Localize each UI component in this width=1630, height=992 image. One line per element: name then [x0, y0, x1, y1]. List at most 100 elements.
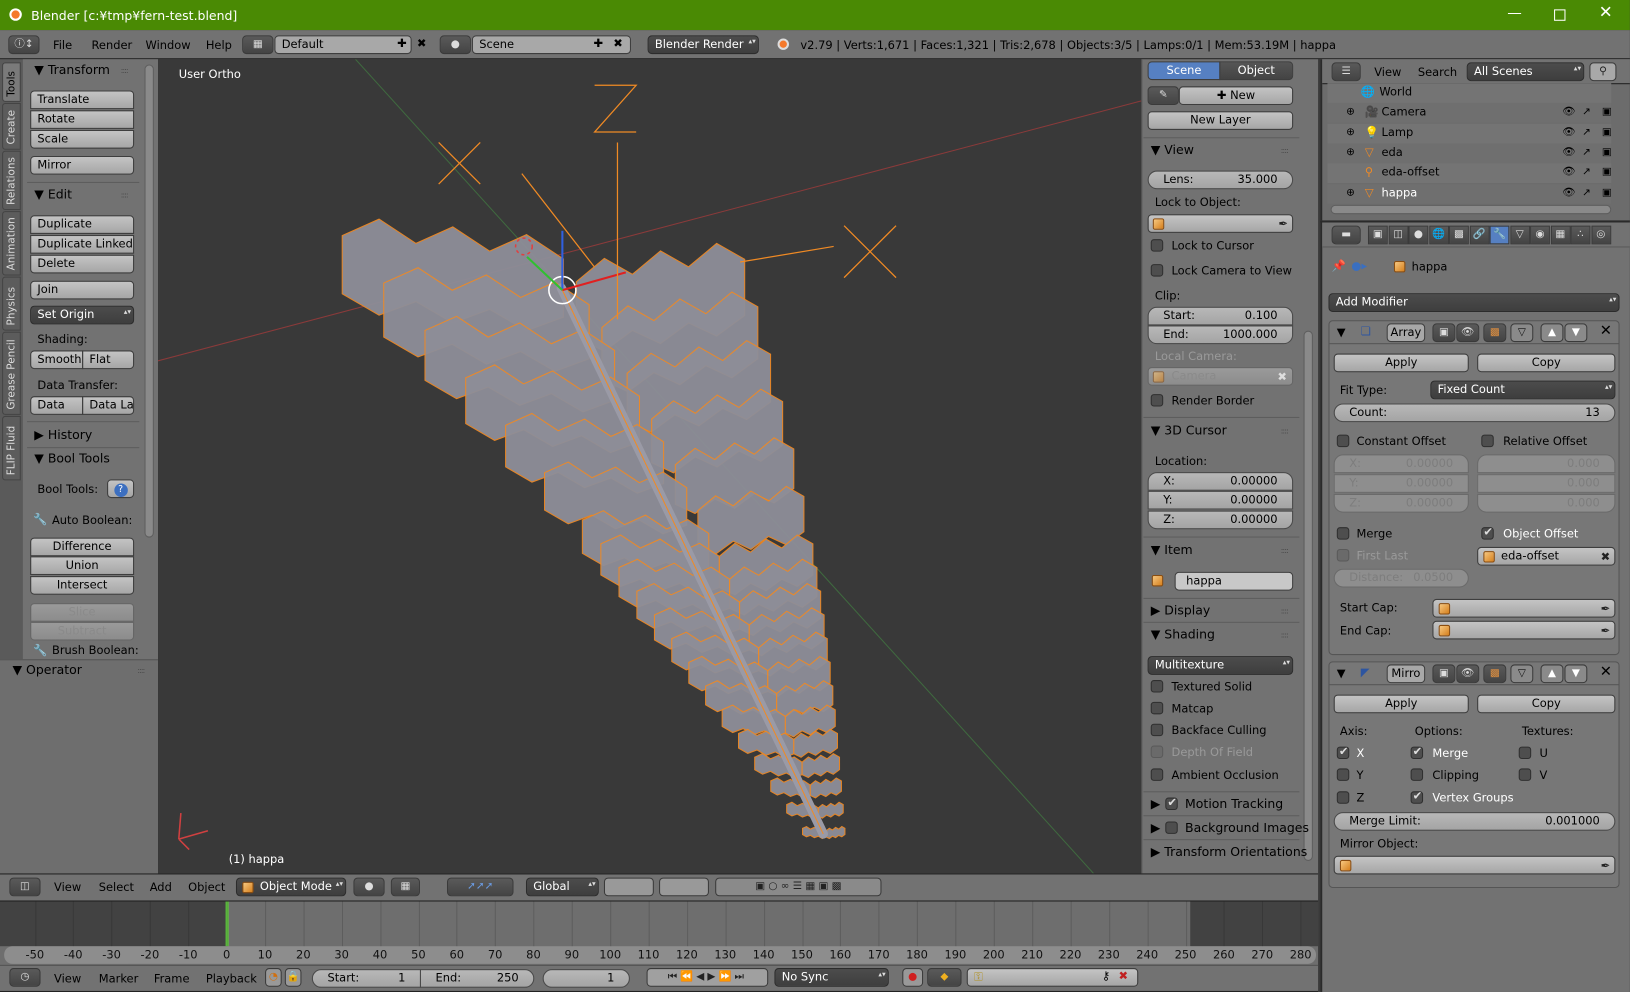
renderability-icon[interactable]: ▣: [1602, 105, 1612, 120]
mirror-object-field[interactable]: ✒: [1333, 855, 1616, 875]
preview-range-icon[interactable]: ◔: [265, 968, 282, 987]
count-field[interactable]: Count: 13: [1333, 403, 1616, 423]
lock-object-field[interactable]: ✒: [1147, 214, 1294, 233]
visibility-icon[interactable]: 👁: [1562, 125, 1575, 140]
selectability-icon[interactable]: ↗: [1582, 186, 1591, 201]
end-cap-field[interactable]: ✒: [1432, 620, 1616, 640]
merge-option-checkbox[interactable]: [1410, 744, 1424, 760]
slice-button[interactable]: Slice: [30, 603, 135, 622]
lens-field[interactable]: Lens: 35.000: [1147, 170, 1294, 190]
duplicate-linked-button[interactable]: Duplicate Linked: [30, 234, 135, 254]
render-toggle-icon[interactable]: ▣: [1432, 664, 1456, 684]
selectability-icon[interactable]: ↗: [1582, 105, 1591, 120]
timeline-menu-playback[interactable]: Playback: [206, 972, 257, 987]
viewport-toggle-icon[interactable]: 👁: [1456, 323, 1480, 343]
maximize-button[interactable]: [1554, 9, 1566, 21]
outliner-item[interactable]: 🌐 World: [1327, 83, 1612, 103]
display-mode-dropdown[interactable]: All Scenes: [1466, 62, 1585, 82]
data-transfer-button[interactable]: Data: [30, 396, 84, 415]
screen-layout-icon[interactable]: ▦: [242, 35, 274, 55]
matcap-checkbox[interactable]: [1150, 701, 1164, 715]
fit-type-dropdown[interactable]: Fixed Count: [1430, 380, 1616, 400]
fern-mesh[interactable]: [158, 59, 1142, 874]
panel-operator-header[interactable]: ▼ Operator: [12, 662, 81, 677]
keying-set-field[interactable]: ⚿: [966, 968, 1139, 987]
panel-view-header[interactable]: ▼ View: [1151, 142, 1194, 157]
help-button[interactable]: ?: [107, 479, 135, 499]
new-layer-data-button[interactable]: ✚ New: [1178, 86, 1294, 106]
npanel-scrollbar[interactable]: [1303, 330, 1313, 861]
outliner-item-name[interactable]: Camera: [1381, 105, 1426, 120]
timeline-menu-frame[interactable]: Frame: [154, 972, 190, 987]
panel-transform-orientations-header[interactable]: ▶ Transform Orientations: [1151, 844, 1308, 859]
clear-icon[interactable]: ✖: [1601, 549, 1611, 565]
scene-icon[interactable]: ●: [439, 35, 471, 55]
cursor-x-field[interactable]: X: 0.00000: [1147, 472, 1294, 491]
minimize-button[interactable]: —: [1507, 6, 1522, 21]
playback-controls[interactable]: ⏮⏪◀▶⏩⏭: [646, 968, 769, 987]
search-icon[interactable]: ⚲: [1589, 62, 1617, 82]
move-down-icon[interactable]: ▼: [1564, 323, 1588, 343]
outliner-item-name[interactable]: World: [1379, 85, 1412, 100]
panel-display-header[interactable]: ▶ Display: [1151, 603, 1211, 618]
tab-animation[interactable]: Animation: [2, 211, 21, 276]
move-up-icon[interactable]: ▲: [1540, 323, 1564, 343]
new-layer-button[interactable]: New Layer: [1147, 111, 1294, 130]
panel-transform-header[interactable]: ▼ Transform: [34, 62, 110, 77]
outliner-menu-search[interactable]: Search: [1418, 66, 1457, 81]
depth-of-field-checkbox[interactable]: [1150, 745, 1164, 759]
collapse-icon[interactable]: ▼: [1337, 667, 1346, 682]
render-engine-dropdown[interactable]: Blender Render: [647, 35, 759, 55]
union-button[interactable]: Union: [30, 556, 135, 576]
tab-object-icon[interactable]: ▩: [1449, 225, 1469, 245]
array-copy-button[interactable]: Copy: [1477, 353, 1616, 373]
item-name-field[interactable]: happa: [1174, 571, 1294, 591]
visibility-icon[interactable]: 👁: [1562, 145, 1575, 160]
panel-history-header[interactable]: ▶ History: [34, 427, 92, 442]
timeline-menu-marker[interactable]: Marker: [99, 972, 139, 987]
panel-background-images-header[interactable]: ▶: [1151, 820, 1161, 835]
clear-icon[interactable]: ✖: [1277, 369, 1287, 385]
relative-offset-checkbox[interactable]: [1481, 434, 1494, 448]
texture-u-checkbox[interactable]: [1518, 746, 1532, 760]
constant-y-field[interactable]: Y: 0.00000: [1333, 474, 1469, 493]
render-toggle-icon[interactable]: ▣: [1432, 323, 1456, 343]
panel-edit-header[interactable]: ▼ Edit: [34, 187, 72, 202]
shading-mode-dropdown[interactable]: Multitexture: [1147, 656, 1294, 675]
tab-world-icon[interactable]: 🌐: [1428, 225, 1449, 245]
renderability-icon[interactable]: ▣: [1602, 145, 1612, 160]
motion-tracking-checkbox[interactable]: [1165, 795, 1178, 811]
panel-item-header[interactable]: ▼ Item: [1151, 543, 1193, 558]
outliner-item-name[interactable]: eda-offset: [1381, 166, 1439, 181]
tab-relations[interactable]: Relations: [2, 150, 21, 211]
pivot-point-icon[interactable]: ▦: [390, 877, 420, 897]
start-cap-field[interactable]: ✒: [1432, 598, 1616, 618]
tab-data-icon[interactable]: ▽: [1509, 225, 1530, 245]
editmode-toggle-icon[interactable]: ▩: [1483, 664, 1507, 684]
view3d-menu-select[interactable]: Select: [99, 881, 134, 896]
move-up-icon[interactable]: ▲: [1540, 664, 1564, 684]
flat-button[interactable]: Flat: [82, 350, 135, 370]
rotate-button[interactable]: Rotate: [30, 110, 135, 129]
outliner-item-name[interactable]: happa: [1381, 186, 1417, 201]
duplicate-button[interactable]: Duplicate: [30, 215, 135, 234]
toolshelf-scrollbar[interactable]: [144, 64, 154, 538]
menu-help[interactable]: Help: [206, 38, 232, 53]
modifier-name-field[interactable]: Array: [1386, 323, 1426, 343]
outliner-editor-icon[interactable]: ☰: [1331, 62, 1361, 82]
outliner-item[interactable]: ⊕ 💡 Lamp 👁 ↗ ▣: [1327, 123, 1612, 144]
screen-layout-field[interactable]: Default: [274, 35, 412, 55]
tab-tools[interactable]: Tools: [2, 62, 21, 102]
tab-create[interactable]: Create: [2, 102, 21, 150]
expand-icon[interactable]: ⊕: [1346, 186, 1355, 201]
constant-x-field[interactable]: X: 0.00000: [1333, 454, 1469, 474]
relative-y-field[interactable]: 0.000: [1477, 474, 1616, 493]
outliner-scrollbar[interactable]: [1330, 204, 1612, 215]
add-screen-icon[interactable]: ✚: [397, 36, 407, 51]
relative-z-field[interactable]: 0.000: [1477, 493, 1616, 513]
panel-motion-tracking-header[interactable]: ▶: [1151, 796, 1161, 811]
close-button[interactable]: ✕: [1599, 4, 1613, 21]
axis-y-checkbox[interactable]: [1336, 768, 1350, 781]
cursor-z-field[interactable]: Z: 0.00000: [1147, 510, 1294, 530]
collapse-icon[interactable]: ▼: [1337, 325, 1346, 340]
